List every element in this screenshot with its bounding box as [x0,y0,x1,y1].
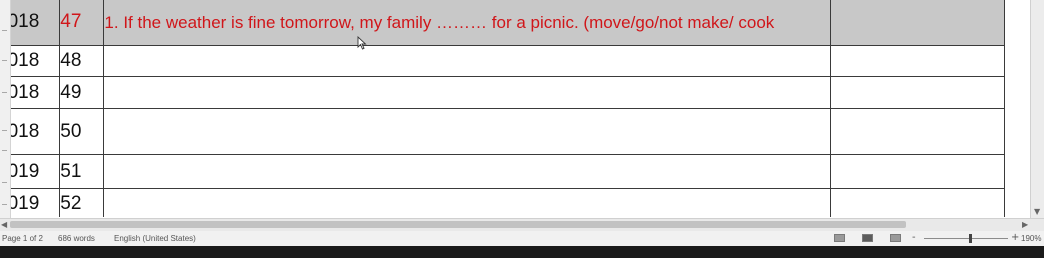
extra-cell[interactable] [830,108,1005,155]
scroll-left-icon[interactable]: ◀ [1,219,7,231]
word-window: 2018 47 1. If the weather is fine tomorr… [0,0,1044,258]
vertical-scrollbar[interactable]: ▼ [1030,0,1044,218]
question-cell[interactable] [103,45,832,77]
extra-cell[interactable] [830,76,1005,109]
horizontal-scrollbar[interactable]: ◀ ▶ [0,218,1044,231]
zoom-level[interactable]: 190% [1021,234,1041,243]
number-cell[interactable]: 50 [59,108,105,155]
scroll-right-icon[interactable]: ▶ [1022,219,1028,231]
question-cell[interactable] [103,154,832,189]
page-count[interactable]: Page 1 of 2 [2,234,43,243]
number-cell[interactable]: 52 [59,188,105,217]
horizontal-scroll-thumb[interactable] [10,221,906,228]
question-cell[interactable]: 1. If the weather is fine tomorrow, my f… [103,0,832,46]
question-cell[interactable] [103,188,832,217]
number-cell[interactable]: 51 [59,154,105,189]
table-row[interactable]: 2018 47 1. If the weather is fine tomorr… [0,0,1005,46]
number-cell[interactable]: 48 [59,45,105,77]
ruler-tick [2,92,7,93]
zoom-in-button[interactable]: + [1011,232,1019,243]
table-row[interactable]: 2018 49 [0,76,1005,109]
ruler-tick [2,30,7,31]
table-row[interactable]: 2018 48 [0,45,1005,77]
table-row[interactable]: 2019 51 [0,154,1005,189]
question-cell[interactable] [103,108,832,155]
word-count[interactable]: 686 words [58,234,95,243]
extra-cell[interactable] [830,154,1005,189]
extra-cell[interactable] [830,0,1005,46]
ruler-tick [2,204,7,205]
number-cell[interactable]: 49 [59,76,105,109]
table-row[interactable]: 2018 50 [0,108,1005,155]
extra-cell[interactable] [830,188,1005,217]
document-page[interactable]: 2018 47 1. If the weather is fine tomorr… [0,0,1030,217]
scroll-down-icon[interactable]: ▼ [1034,207,1040,216]
ruler-tick [2,60,7,61]
zoom-slider[interactable] [924,238,1008,239]
web-layout-icon[interactable] [890,234,901,242]
ruler-tick [2,150,7,151]
vertical-ruler [0,0,11,218]
zoom-out-button[interactable]: - [912,232,916,243]
mouse-pointer-icon [357,36,367,50]
language-indicator[interactable]: English (United States) [114,234,196,243]
print-layout-icon[interactable] [862,234,873,242]
ruler-tick [2,130,7,131]
table-row[interactable]: 2019 52 [0,188,1005,217]
status-bar: Page 1 of 2 686 words English (United St… [0,231,1044,246]
question-text: 1. If the weather is fine tomorrow, my f… [104,12,775,32]
ruler-tick [2,182,7,183]
taskbar-strip [0,246,1044,258]
read-mode-icon[interactable] [834,234,845,242]
number-cell[interactable]: 47 [59,0,105,46]
question-cell[interactable] [103,76,832,109]
document-table: 2018 47 1. If the weather is fine tomorr… [0,0,1005,217]
extra-cell[interactable] [830,45,1005,77]
zoom-slider-thumb[interactable] [969,234,973,243]
